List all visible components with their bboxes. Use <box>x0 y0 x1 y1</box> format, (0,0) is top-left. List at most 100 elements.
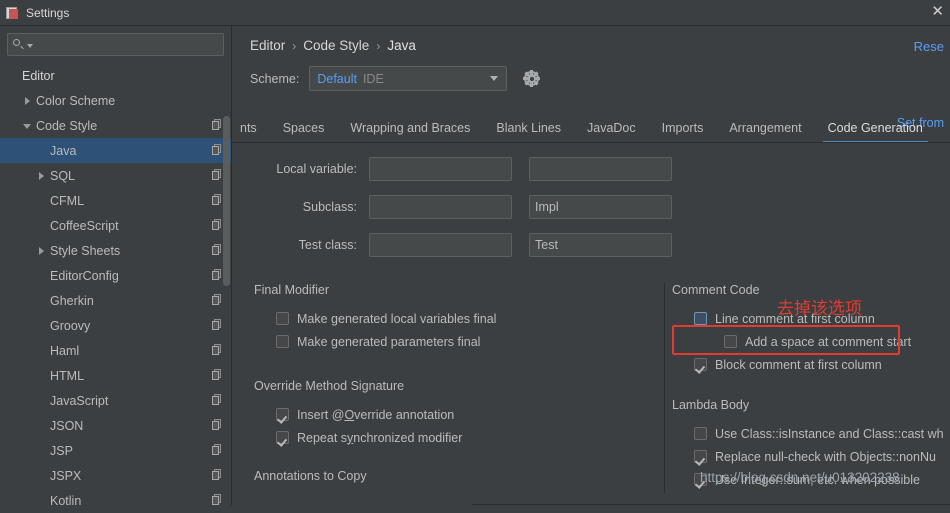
scheme-value: Default <box>317 71 357 86</box>
search-box[interactable] <box>7 33 224 56</box>
scheme-dropdown[interactable]: Default IDE <box>309 66 508 91</box>
tab-blank-lines[interactable]: Blank Lines <box>483 121 574 143</box>
tab-spaces[interactable]: Spaces <box>270 121 338 143</box>
sidebar-item-label: JSP <box>50 443 73 458</box>
checkbox-label: Add a space at comment start <box>745 334 912 349</box>
checkbox-block-comment-first-column[interactable] <box>694 358 707 371</box>
tab-wrapping-and-braces[interactable]: Wrapping and Braces <box>337 121 483 143</box>
sidebar-item-javascript[interactable]: JavaScript <box>0 388 231 413</box>
sidebar-item-jsp[interactable]: JSP <box>0 438 231 463</box>
chevron-right-icon[interactable] <box>36 170 48 182</box>
sidebar-item-label: Code Style <box>36 118 98 133</box>
checkbox-repeat-synchronized[interactable] <box>276 431 289 444</box>
sidebar-item-label: CoffeeScript <box>50 218 119 233</box>
copy-icon[interactable] <box>212 419 223 431</box>
tab-imports[interactable]: Imports <box>649 121 717 143</box>
sidebar-scrollbar[interactable] <box>223 62 230 498</box>
tab-code-generation[interactable]: Code Generation <box>815 121 936 143</box>
checkbox-label: Replace null-check with Objects::nonNu <box>715 449 936 464</box>
copy-icon[interactable] <box>212 269 223 281</box>
prefix-input[interactable] <box>369 233 512 257</box>
copy-icon[interactable] <box>212 344 223 356</box>
chevron-right-icon[interactable] <box>36 245 48 257</box>
sidebar-item-color-scheme[interactable]: Color Scheme <box>0 88 231 113</box>
sidebar-item-groovy[interactable]: Groovy <box>0 313 231 338</box>
sidebar-item-label: EditorConfig <box>50 268 119 283</box>
sidebar-item-style-sheets[interactable]: Style Sheets <box>0 238 231 263</box>
copy-icon[interactable] <box>212 469 223 481</box>
copy-icon[interactable] <box>212 219 223 231</box>
checkbox-row-add-space-at-comment-start[interactable]: Add a space at comment start <box>724 330 950 353</box>
breadcrumb-item-editor[interactable]: Editor <box>250 38 285 53</box>
suffix-input[interactable] <box>529 195 672 219</box>
sidebar-item-cfml[interactable]: CFML <box>0 188 231 213</box>
copy-icon[interactable] <box>212 494 223 506</box>
copy-icon[interactable] <box>212 244 223 256</box>
sidebar-scrollbar-thumb[interactable] <box>223 116 230 286</box>
final-modifier-title: Final Modifier <box>254 283 330 297</box>
copy-icon[interactable] <box>212 319 223 331</box>
override-method-signature-title: Override Method Signature <box>254 379 405 393</box>
checkbox-row-use-class-isinstance[interactable]: Use Class::isInstance and Class::cast wh <box>694 422 950 445</box>
copy-icon[interactable] <box>212 169 223 181</box>
settings-detail-panel: Editor › Code Style › Java Rese Scheme: … <box>232 26 950 505</box>
checkbox-line-comment-first-column[interactable] <box>694 312 707 325</box>
prefix-input[interactable] <box>369 157 512 181</box>
search-input[interactable] <box>33 35 219 54</box>
checkbox-add-space-at-comment-start[interactable] <box>724 335 737 348</box>
checkbox-row-make-local-vars-final[interactable]: Make generated local variables final <box>276 307 664 330</box>
tab-arrangement[interactable]: Arrangement <box>716 121 814 143</box>
sidebar-item-gherkin[interactable]: Gherkin <box>0 288 231 313</box>
checkbox-use-class-isinstance[interactable] <box>694 427 707 440</box>
checkbox-replace-null-check[interactable] <box>694 450 707 463</box>
copy-icon[interactable] <box>212 394 223 406</box>
checkbox-insert-override[interactable] <box>276 408 289 421</box>
tab-javadoc[interactable]: JavaDoc <box>574 121 649 143</box>
field-label: Local variable: <box>276 162 357 176</box>
reset-link[interactable]: Rese <box>914 39 944 54</box>
checkbox-make-params-final[interactable] <box>276 335 289 348</box>
breadcrumb-item-code-style[interactable]: Code Style <box>303 38 369 53</box>
copy-icon[interactable] <box>212 144 223 156</box>
sidebar-item-json[interactable]: JSON <box>0 413 231 438</box>
suffix-input[interactable] <box>529 233 672 257</box>
sidebar-item-html[interactable]: HTML <box>0 363 231 388</box>
breadcrumb-separator-icon: › <box>376 38 381 53</box>
prefix-input[interactable] <box>369 195 512 219</box>
sidebar-item-code-style[interactable]: Code Style <box>0 113 231 138</box>
breadcrumb-item-java: Java <box>387 38 416 53</box>
copy-icon[interactable] <box>212 369 223 381</box>
sidebar-item-editor[interactable]: Editor <box>0 63 231 88</box>
tab-nts[interactable]: nts <box>240 121 270 143</box>
sidebar-item-label: Style Sheets <box>50 243 121 258</box>
chevron-down-icon[interactable] <box>484 68 504 89</box>
checkbox-make-local-vars-final[interactable] <box>276 312 289 325</box>
chevron-right-icon[interactable] <box>22 95 34 107</box>
sidebar-item-jspx[interactable]: JSPX <box>0 463 231 488</box>
sidebar-item-editorconfig[interactable]: EditorConfig <box>0 263 231 288</box>
copy-icon[interactable] <box>212 444 223 456</box>
code-style-tabs: nts Spaces Wrapping and Braces Blank Lines J… <box>232 113 950 143</box>
sidebar-item-kotlin[interactable]: Kotlin <box>0 488 231 513</box>
sidebar-item-sql[interactable]: SQL <box>0 163 231 188</box>
copy-icon[interactable] <box>212 294 223 306</box>
sidebar-item-java[interactable]: Java <box>0 138 231 163</box>
suffix-input[interactable] <box>529 157 672 181</box>
checkbox-row-insert-override[interactable]: Insert @Override annotation <box>276 403 664 426</box>
sidebar-item-coffeescript[interactable]: CoffeeScript <box>0 213 231 238</box>
gear-icon[interactable] <box>523 70 541 87</box>
chevron-down-icon[interactable] <box>22 120 34 132</box>
sidebar-item-haml[interactable]: Haml <box>0 338 231 363</box>
checkbox-row-block-comment-first-column[interactable]: Block comment at first column <box>694 353 950 376</box>
copy-icon[interactable] <box>212 119 223 131</box>
checkbox-row-make-params-final[interactable]: Make generated parameters final <box>276 330 664 353</box>
sidebar-item-label: Editor <box>22 68 55 83</box>
copy-icon[interactable] <box>212 194 223 206</box>
checkbox-row-repeat-synchronized[interactable]: Repeat synchronized modifier <box>276 426 664 449</box>
close-icon[interactable]: ✕ <box>931 4 944 19</box>
checkbox-row-replace-null-check[interactable]: Replace null-check with Objects::nonNu <box>694 445 950 468</box>
